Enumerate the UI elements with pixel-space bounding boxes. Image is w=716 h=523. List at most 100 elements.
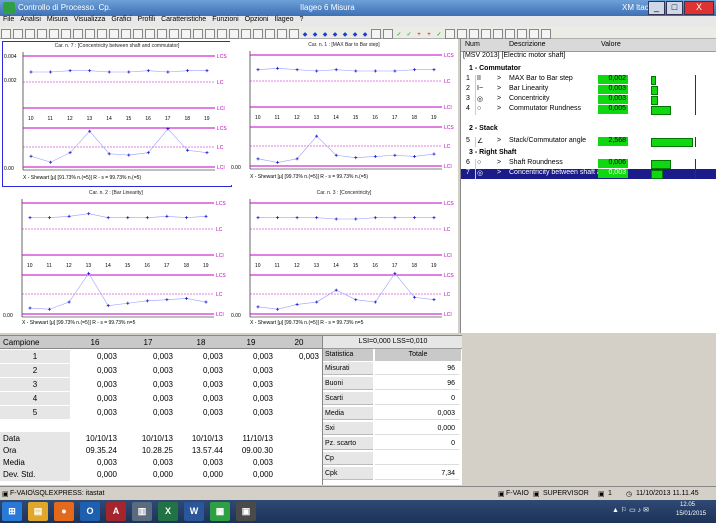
header-desc[interactable]: Descrizione <box>509 41 546 48</box>
menu-ilageo[interactable]: Ilageo <box>274 16 293 23</box>
info-icon[interactable] <box>469 29 479 39</box>
save-icon[interactable] <box>13 29 23 39</box>
find-icon[interactable] <box>481 29 491 39</box>
filter-icon[interactable] <box>145 29 155 39</box>
help-icon[interactable] <box>277 29 287 39</box>
export-icon[interactable] <box>181 29 191 39</box>
last-icon[interactable]: ◆ <box>341 31 349 39</box>
print-icon[interactable] <box>25 29 35 39</box>
row-arrow-icon: > <box>497 105 502 112</box>
app-taskbar-icon[interactable]: ▥ <box>132 502 152 521</box>
sigma-icon[interactable] <box>229 29 239 39</box>
menu-analisi[interactable]: Analisi <box>20 16 41 23</box>
y-tick-label: 0.002 <box>4 78 17 84</box>
control-chart-2[interactable]: Car. n. 1 : [MAX Bar to Bar step] LCS LC L… <box>230 41 458 185</box>
grid-icon[interactable] <box>85 29 95 39</box>
copy-icon[interactable] <box>37 29 47 39</box>
x-tick-label: 14 <box>333 115 339 121</box>
settings-icon[interactable] <box>169 29 179 39</box>
lock-icon[interactable] <box>253 29 263 39</box>
characteristic-row[interactable]: 3 ◎ > Concentricity 0,003 <box>461 95 716 105</box>
characteristic-row[interactable]: 5 ∠ > Stack/Commutator angle 2,568 <box>461 137 716 147</box>
menu-file[interactable]: File <box>3 16 14 23</box>
tolerance-bar <box>651 76 656 85</box>
access-taskbar-icon[interactable]: A <box>106 502 126 521</box>
characteristic-row[interactable]: 6 ○ > Shaft Roundness 0,006 <box>461 159 716 169</box>
x-tick-label: 18 <box>411 115 417 121</box>
window-icon[interactable] <box>529 29 539 39</box>
stop-icon[interactable] <box>371 29 381 39</box>
play-icon[interactable]: ◆ <box>321 31 329 39</box>
x-tick-label: 15 <box>353 115 359 121</box>
menu-caratteristiche[interactable]: Caratteristiche <box>161 16 206 23</box>
control-chart-1[interactable]: Car. n. 7 : [Concentricity between shaft… <box>2 41 232 187</box>
first-icon[interactable]: ◆ <box>301 31 309 39</box>
refresh-icon[interactable] <box>289 29 299 39</box>
menu-funzioni[interactable]: Funzioni <box>212 16 238 23</box>
firefox-taskbar-icon[interactable]: ● <box>54 502 74 521</box>
menu-opzioni[interactable]: Opzioni <box>245 16 269 23</box>
zoom-icon[interactable] <box>157 29 167 39</box>
menu-profili[interactable]: Profili <box>138 16 156 23</box>
db-icon[interactable] <box>241 29 251 39</box>
menu-grafici[interactable]: Grafici <box>111 16 131 23</box>
bars-icon[interactable] <box>121 29 131 39</box>
histogram-icon[interactable] <box>109 29 119 39</box>
sample-column-header: 20 <box>276 336 322 349</box>
pin-icon[interactable] <box>505 29 515 39</box>
plus-icon[interactable]: + <box>415 31 423 39</box>
stats-icon[interactable] <box>217 29 227 39</box>
exit-icon[interactable] <box>541 29 551 39</box>
check-icon[interactable]: ✓ <box>395 31 403 39</box>
characteristic-row[interactable]: 4 ○ > Commutator Rundness 0,005 <box>461 105 716 115</box>
limit-label: LCI <box>444 105 452 111</box>
characteristic-row[interactable]: 7 ◎ > Concentricity between shaft a 0,003 <box>461 169 716 179</box>
start-button[interactable]: ⊞ <box>2 502 22 521</box>
ok-icon[interactable]: ✓ <box>435 31 443 39</box>
menu-misura[interactable]: Misura <box>47 16 68 23</box>
word-taskbar-icon[interactable]: W <box>184 502 204 521</box>
stat-row: Sxi 0,000 <box>323 422 463 435</box>
maximize-button[interactable]: □ <box>666 1 683 15</box>
control-chart-3[interactable]: Car. n. 2 : [Bar Linearity] LCS LC LCI LCS L… <box>2 189 230 333</box>
forward-icon[interactable]: ◆ <box>361 31 369 39</box>
report-icon[interactable] <box>205 29 215 39</box>
next-icon[interactable]: ◆ <box>331 31 339 39</box>
user-icon[interactable] <box>265 29 275 39</box>
range-series-line <box>29 272 207 310</box>
header-num[interactable]: Num <box>465 41 480 48</box>
limit-label: LC <box>216 292 223 298</box>
header-value[interactable]: Valore <box>601 41 621 48</box>
home-icon[interactable] <box>493 29 503 39</box>
open-icon[interactable] <box>1 29 11 39</box>
prev-icon[interactable]: ◆ <box>311 31 319 39</box>
cp-taskbar-icon[interactable]: ▦ <box>210 502 230 521</box>
characteristic-row[interactable]: 2 I~ > Bar Linearity 0,003 <box>461 85 716 95</box>
sample-value-cell: 0,003 <box>96 352 117 361</box>
excel-taskbar-icon[interactable]: X <box>158 502 178 521</box>
menu-help[interactable]: ? <box>299 16 303 23</box>
misc-taskbar-icon[interactable]: ▣ <box>236 502 256 521</box>
chart-icon[interactable] <box>61 29 71 39</box>
paste-icon[interactable] <box>49 29 59 39</box>
sample-value-cell: 0,003 <box>252 352 273 361</box>
rewind-icon[interactable]: ◆ <box>351 31 359 39</box>
table-icon[interactable] <box>73 29 83 39</box>
calc-icon[interactable] <box>133 29 143 39</box>
outlook-taskbar-icon[interactable]: O <box>80 502 100 521</box>
explorer-taskbar-icon[interactable]: ▤ <box>28 502 48 521</box>
import-icon[interactable] <box>193 29 203 39</box>
record-icon[interactable] <box>383 29 393 39</box>
characteristic-row[interactable]: 1 II > MAX Bar to Bar step 0,002 <box>461 75 716 85</box>
warn-icon[interactable] <box>457 29 467 39</box>
check2-icon[interactable]: ✓ <box>405 31 413 39</box>
limit-label: LCI <box>216 312 224 318</box>
close-button[interactable]: X <box>684 1 714 15</box>
control-chart-4[interactable]: Car. n. 3 : [Concentricity] LCS LC LCI LCS L… <box>230 189 458 333</box>
list-icon[interactable] <box>97 29 107 39</box>
menu-visualizza[interactable]: Visualizza <box>74 16 105 23</box>
tool-icon[interactable] <box>517 29 527 39</box>
cancel-icon[interactable] <box>445 29 455 39</box>
minus-icon[interactable]: + <box>425 31 433 39</box>
minimize-button[interactable]: _ <box>648 1 665 15</box>
